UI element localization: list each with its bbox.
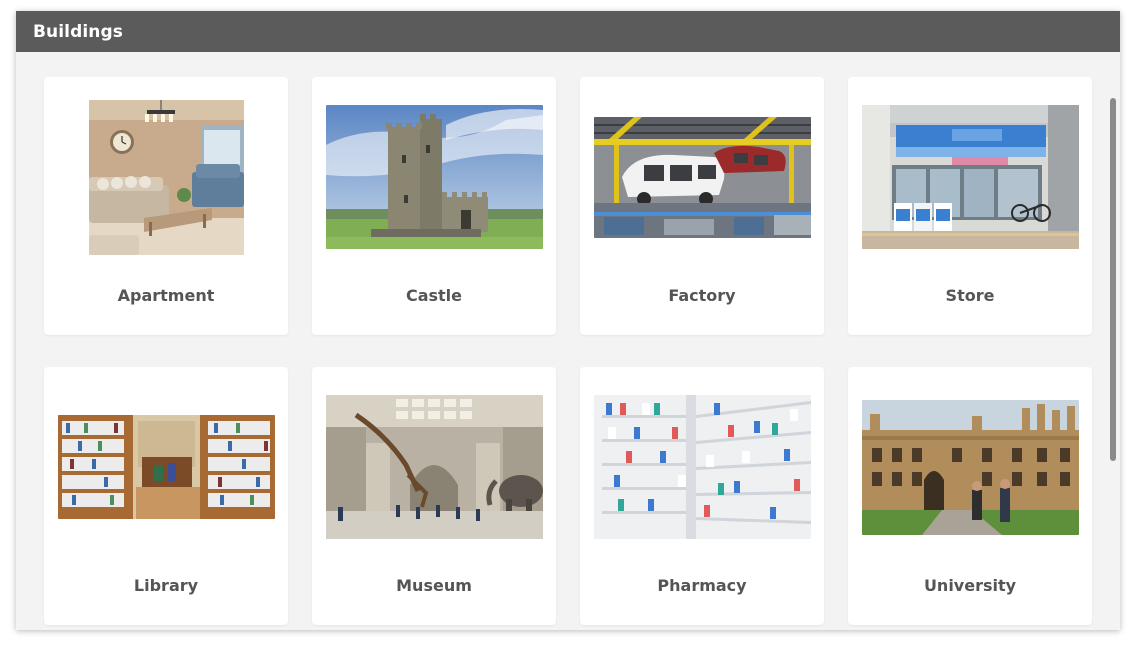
card-media — [312, 367, 556, 567]
building-grid: Apartment Castle Factory Store Library M… — [44, 77, 1094, 625]
card-label: Pharmacy — [657, 576, 747, 595]
content-area: Apartment Castle Factory Store Library M… — [16, 52, 1120, 630]
card-media — [44, 367, 288, 567]
card-media — [312, 77, 556, 277]
card-pharmacy[interactable]: Pharmacy — [580, 367, 824, 625]
buildings-window: Buildings Apartment Castle Factory Store… — [16, 11, 1120, 630]
card-label: Store — [945, 286, 995, 305]
card-university[interactable]: University — [848, 367, 1092, 625]
card-factory[interactable]: Factory — [580, 77, 824, 335]
card-media — [580, 367, 824, 567]
library-photo — [57, 415, 275, 519]
factory-photo — [593, 116, 811, 238]
card-label: Library — [133, 576, 199, 595]
card-store[interactable]: Store — [848, 77, 1092, 335]
card-media — [44, 77, 288, 277]
store-photo — [861, 105, 1079, 249]
card-castle[interactable]: Castle — [312, 77, 556, 335]
pharmacy-photo — [593, 395, 811, 539]
vertical-scrollbar[interactable] — [1110, 98, 1116, 461]
card-label: University — [923, 576, 1017, 595]
university-photo — [861, 399, 1079, 535]
window-title: Buildings — [33, 21, 124, 42]
card-library[interactable]: Library — [44, 367, 288, 625]
card-museum[interactable]: Museum — [312, 367, 556, 625]
title-bar: Buildings — [16, 11, 1120, 52]
card-label: Castle — [405, 286, 463, 305]
card-media — [580, 77, 824, 277]
card-label: Museum — [396, 576, 472, 595]
apartment-photo — [88, 99, 244, 255]
card-media — [848, 367, 1092, 567]
card-label: Apartment — [117, 286, 215, 305]
museum-photo — [325, 395, 543, 539]
card-label: Factory — [668, 286, 736, 305]
castle-photo — [325, 105, 543, 249]
card-apartment[interactable]: Apartment — [44, 77, 288, 335]
card-media — [848, 77, 1092, 277]
